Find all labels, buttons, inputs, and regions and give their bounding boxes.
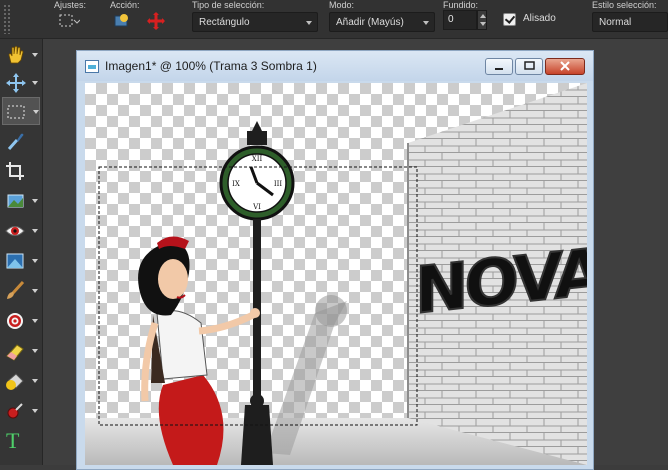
svg-text:XII: XII — [252, 155, 263, 163]
selection-tool[interactable] — [2, 97, 40, 125]
tools-palette: T — [0, 39, 43, 465]
flyout-arrow-icon — [33, 110, 39, 114]
flyout-arrow-icon — [32, 259, 38, 263]
minimize-icon — [495, 68, 503, 70]
picture-tube-tool[interactable] — [2, 397, 40, 425]
paint-brush-tool[interactable] — [2, 277, 40, 305]
selection-style-dropdown[interactable]: Normal — [592, 12, 668, 32]
straighten-icon — [7, 194, 24, 208]
feather-label: Fundido: — [443, 0, 479, 10]
stepper-up-icon — [480, 14, 486, 18]
flyout-arrow-icon — [32, 199, 38, 203]
crop-tool[interactable] — [2, 157, 40, 185]
palette-grip[interactable] — [3, 4, 11, 34]
svg-text:III: III — [274, 180, 283, 188]
crop-icon — [6, 162, 24, 180]
apply-check-icon — [114, 14, 128, 27]
selection-type-dropdown[interactable]: Rectángulo — [192, 12, 318, 32]
marquee-preset-icon — [59, 14, 81, 27]
mode-value: Añadir (Mayús) — [336, 17, 404, 28]
makeover-tool[interactable] — [2, 247, 40, 275]
flyout-arrow-icon — [32, 53, 38, 57]
straighten-tool[interactable] — [2, 187, 40, 215]
hand-icon — [8, 45, 24, 64]
tool-options-bar: Ajustes: Acción: Tipo de selección: Rect… — [0, 0, 668, 39]
chevron-down-icon — [423, 21, 429, 25]
woman-skirt — [158, 375, 224, 465]
text-tool[interactable]: T — [2, 427, 40, 455]
selection-style-value: Normal — [599, 17, 632, 28]
feather-value: 0 — [448, 14, 454, 25]
flyout-arrow-icon — [32, 229, 38, 233]
svg-text:VI: VI — [252, 203, 261, 211]
selection-type-label: Tipo de selección: — [192, 0, 265, 10]
flyout-arrow-icon — [32, 319, 38, 323]
svg-text:IX: IX — [232, 180, 240, 188]
eraser-tool[interactable] — [2, 337, 40, 365]
selection-style-label: Estilo selección: — [592, 0, 657, 10]
dropper-tool[interactable] — [2, 127, 40, 155]
mode-dropdown[interactable]: Añadir (Mayús) — [329, 12, 435, 32]
presets-dropdown[interactable] — [58, 12, 81, 32]
move-arrows-icon — [6, 73, 26, 93]
image-window-titlebar[interactable]: Imagen1* @ 100% (Trama 3 Sombra 1) — [77, 51, 593, 81]
marquee-icon — [7, 105, 25, 119]
pan-tool[interactable] — [2, 41, 40, 69]
minimize-button[interactable] — [485, 58, 513, 75]
image-window-title: Imagen1* @ 100% (Trama 3 Sombra 1) — [105, 59, 317, 73]
maximize-icon — [524, 61, 535, 70]
canvas-artwork: NOVA XIIIII VIIX — [85, 83, 587, 465]
image-canvas[interactable]: NOVA XII III VI IX — [85, 83, 587, 465]
image-window[interactable]: Imagen1* @ 100% (Trama 3 Sombra 1) NOVA … — [76, 50, 594, 470]
mode-label: Modo: — [329, 0, 355, 10]
antialias-checkbox[interactable] — [503, 13, 516, 26]
flyout-arrow-icon — [32, 289, 38, 293]
dropper-icon — [7, 133, 24, 150]
cancel-action-button[interactable] — [146, 12, 168, 32]
close-icon — [560, 61, 570, 71]
clone-brush-tool[interactable] — [2, 307, 40, 335]
apply-action-button[interactable] — [112, 12, 134, 32]
selection-type-value: Rectángulo — [199, 17, 250, 28]
clone-icon — [7, 313, 23, 329]
eraser-icon — [6, 344, 24, 361]
flyout-arrow-icon — [32, 81, 38, 85]
maximize-button[interactable] — [515, 58, 543, 75]
presets-label: Ajustes: — [54, 0, 87, 10]
close-button[interactable] — [545, 58, 585, 75]
stepper-down-icon — [480, 22, 486, 26]
flyout-arrow-icon — [32, 379, 38, 383]
red-eye-tool[interactable] — [2, 217, 40, 245]
chevron-down-icon — [306, 21, 312, 25]
feather-stepper[interactable] — [477, 10, 487, 30]
action-label: Acción: — [110, 0, 140, 10]
document-icon — [85, 60, 99, 73]
fill-tool[interactable] — [2, 367, 40, 395]
feather-input[interactable]: 0 — [443, 10, 477, 30]
makeover-icon — [6, 253, 24, 269]
bucket-icon — [6, 373, 24, 390]
move-cross-icon — [147, 12, 165, 30]
woman-blouse — [156, 310, 208, 380]
text-icon: T — [6, 428, 20, 453]
pin-icon — [7, 403, 23, 419]
move-tool[interactable] — [2, 69, 40, 97]
flyout-arrow-icon — [32, 349, 38, 353]
antialias-label: Alisado — [523, 13, 556, 24]
brush-icon — [7, 281, 25, 299]
flyout-arrow-icon — [32, 409, 38, 413]
eye-icon — [5, 226, 25, 236]
